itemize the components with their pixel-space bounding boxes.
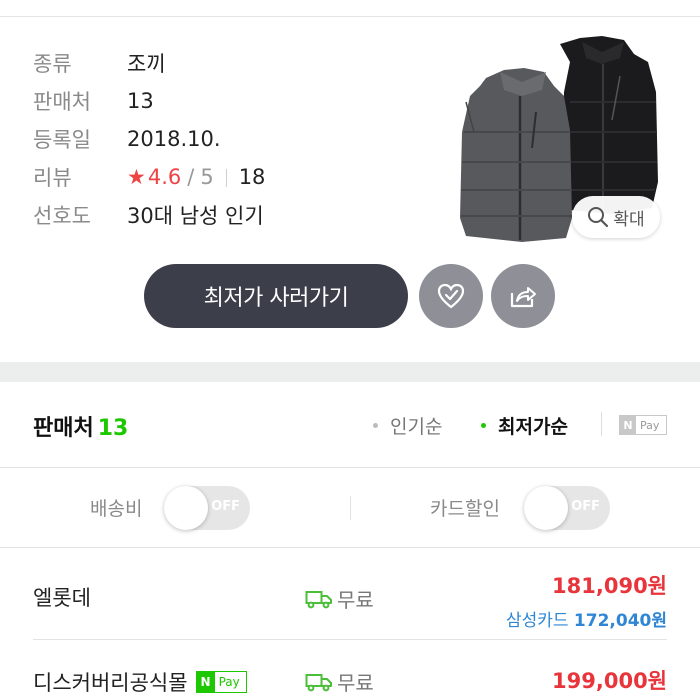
npay-label: Pay: [218, 675, 240, 689]
section-divider: [0, 362, 700, 382]
info-value: 13: [127, 89, 154, 113]
info-row-sellers: 판매처 13: [33, 82, 265, 120]
price: 199,000원: [552, 669, 667, 693]
review-rating: 4.6: [147, 165, 182, 189]
info-value: 조끼: [127, 52, 166, 76]
card-discount-label: 카드할인: [430, 498, 500, 520]
like-button[interactable]: [419, 264, 483, 328]
sort-popular-label: 인기순: [390, 416, 443, 438]
bullet-icon: [373, 423, 378, 428]
toggle-knob: [164, 486, 208, 530]
info-value: 30대 남성 인기: [127, 204, 264, 228]
rating-max: 5: [200, 165, 214, 189]
divider: [350, 496, 351, 520]
info-row-preference: 선호도 30대 남성 인기: [33, 196, 265, 234]
sort-lowest-price[interactable]: 최저가순: [481, 412, 568, 439]
zoom-button[interactable]: 확대: [572, 196, 660, 238]
sellers-header: 판매처 13 인기순 최저가순 N Pay: [0, 382, 700, 468]
npay-logo-icon: N: [196, 672, 215, 692]
info-value: 2018.10.: [127, 127, 221, 151]
price: 181,090원: [552, 574, 667, 598]
seller-row[interactable]: 디스커버리공식몰 N Pay 무료 199,000원: [33, 641, 667, 700]
toggle-state: OFF: [211, 499, 240, 514]
shipping-fee-label: 배송비: [90, 498, 143, 520]
share-button[interactable]: [491, 264, 555, 328]
info-label: 등록일: [33, 128, 91, 152]
sort-lowest-label: 최저가순: [498, 416, 568, 438]
sort-popular[interactable]: 인기순: [373, 412, 442, 439]
card-discount-price: 삼성카드 172,040원: [506, 606, 667, 631]
heart-check-icon: [437, 283, 465, 309]
truck-icon: [305, 673, 332, 691]
buy-lowest-price-button[interactable]: 최저가 사러가기: [144, 264, 408, 328]
info-row-type: 종류 조끼: [33, 44, 265, 82]
toggle-state: OFF: [571, 499, 600, 514]
delivery-info: 무료: [305, 667, 374, 696]
share-icon: [510, 287, 536, 308]
gray-vest-image: [460, 68, 572, 242]
magnifier-icon: [588, 207, 609, 228]
info-row-registered: 등록일 2018.10.: [33, 120, 265, 158]
npay-logo-icon: N: [620, 416, 636, 434]
seller-name: 디스커버리공식몰: [33, 671, 188, 695]
info-label: 선호도: [33, 204, 91, 228]
delivery-info: 무료: [305, 584, 374, 613]
seller-name: 엘롯데: [33, 586, 91, 610]
zoom-label: 확대: [613, 209, 645, 230]
info-row-review[interactable]: 리뷰 ★4.6/5 18: [33, 158, 265, 196]
truck-icon: [305, 590, 332, 608]
npay-filter[interactable]: N Pay: [619, 415, 667, 435]
sellers-count: 13: [97, 416, 129, 441]
card-price: 172,040원: [573, 611, 667, 631]
toggle-knob: [524, 486, 568, 530]
sellers-title: 판매처 13: [33, 410, 128, 442]
review-summary: ★4.6/5 18: [127, 165, 265, 189]
filter-bar: 배송비 OFF 카드할인 OFF: [0, 468, 700, 548]
star-icon: ★: [127, 165, 146, 189]
card-discount-toggle[interactable]: OFF: [524, 486, 610, 530]
npay-label: Pay: [640, 418, 660, 432]
black-vest-image: [560, 36, 658, 214]
card-name: 삼성카드: [505, 611, 569, 631]
info-label: 종류: [33, 52, 72, 76]
product-info: 종류 조끼 판매처 13 등록일 2018.10. 리뷰 ★4.6/5 18 선호…: [33, 44, 265, 234]
delivery-label: 무료: [337, 588, 374, 612]
shipping-fee-toggle[interactable]: OFF: [164, 486, 250, 530]
review-count: 18: [238, 165, 266, 189]
seller-name-wrap: 디스커버리공식몰 N Pay: [33, 667, 247, 697]
info-label: 판매처: [33, 90, 91, 114]
sellers-title-label: 판매처: [33, 416, 94, 441]
seller-row[interactable]: 엘롯데 무료 181,090원 삼성카드 172,040원: [33, 548, 667, 640]
divider: [225, 169, 227, 187]
info-label: 리뷰: [33, 166, 72, 190]
npay-badge: N Pay: [195, 671, 247, 693]
divider: [601, 412, 602, 436]
top-divider: [0, 16, 700, 17]
bullet-icon: [481, 423, 486, 428]
delivery-label: 무료: [337, 671, 374, 695]
rating-slash: /: [187, 165, 195, 189]
